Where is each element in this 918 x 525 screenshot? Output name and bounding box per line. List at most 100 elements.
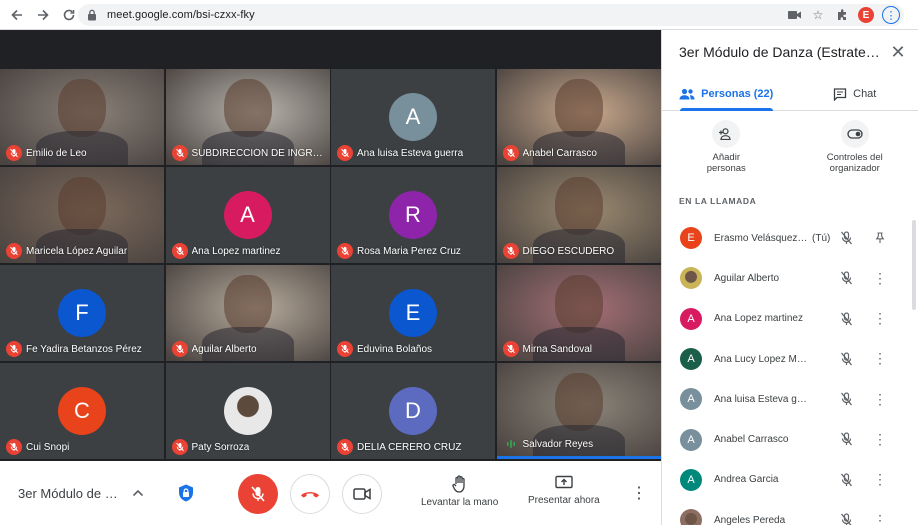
participant-avatar xyxy=(680,267,702,290)
participant-row[interactable]: A Andrea Garcia ⋮ xyxy=(662,460,918,500)
mic-off-icon xyxy=(6,145,22,161)
meeting-title[interactable]: 3er Módulo de Danza (Estrategias... xyxy=(18,486,124,501)
participant-row[interactable]: A Ana Lucy Lopez Molina ⋮ xyxy=(662,339,918,379)
participant-tile[interactable]: D DELIA CERERO CRUZ xyxy=(331,363,495,459)
participant-tile[interactable]: Maricela López Aguilar xyxy=(0,167,164,263)
tab-people[interactable]: Personas (22) xyxy=(662,78,791,111)
mic-off-icon[interactable] xyxy=(838,270,854,286)
present-screen-icon xyxy=(555,475,573,489)
participant-tile[interactable]: C Cui Snopi xyxy=(0,363,164,459)
participant-row[interactable]: A Ana Lopez martinez ⋮ xyxy=(662,299,918,339)
add-people-button[interactable]: Añadir personas xyxy=(662,120,791,174)
pin-icon[interactable] xyxy=(875,230,885,246)
tab-chat[interactable]: Chat xyxy=(791,78,918,110)
host-controls-label: Controles del organizador xyxy=(826,152,883,174)
participant-name: Andrea Garcia xyxy=(714,474,779,486)
raise-hand-button[interactable]: Levantar la mano xyxy=(421,475,498,508)
more-options-icon[interactable]: ⋮ xyxy=(873,512,887,525)
forward-icon[interactable] xyxy=(32,4,54,26)
mic-off-icon[interactable] xyxy=(838,311,854,327)
more-options-icon[interactable]: ⋮ xyxy=(873,310,887,327)
participant-name: DELIA CERERO CRUZ xyxy=(357,441,462,453)
host-controls-button[interactable]: Controles del organizador xyxy=(791,120,918,174)
participant-tile[interactable]: Emilio de Leo xyxy=(0,69,164,165)
chevron-up-icon[interactable] xyxy=(132,486,146,500)
meeting-controls-bar: 3er Módulo de Danza (Estrategias... Leva… xyxy=(0,461,661,525)
tile-name-bar: Fe Yadira Betanzos Pérez xyxy=(6,341,142,357)
tile-name-bar: Rosa Maria Perez Cruz xyxy=(337,243,461,259)
mic-off-icon xyxy=(6,439,22,455)
mic-off-icon xyxy=(171,243,188,259)
participant-name: Aguilar Alberto xyxy=(714,272,780,284)
more-options-icon[interactable]: ⋮ xyxy=(873,391,887,407)
participant-tile[interactable]: E Eduvina Bolaños xyxy=(331,265,495,361)
profile-avatar[interactable]: E xyxy=(858,7,874,23)
participant-row[interactable]: A Anabel Carrasco ⋮ xyxy=(662,419,918,459)
participant-name: Eduvina Bolaños xyxy=(357,343,433,355)
more-options-icon[interactable]: ⋮ xyxy=(873,471,887,488)
microphone-toggle-button[interactable] xyxy=(238,474,278,514)
scrollbar[interactable] xyxy=(912,220,916,310)
tile-name-bar: DELIA CERERO CRUZ xyxy=(337,439,461,455)
participant-avatar: A xyxy=(680,307,702,330)
participant-tile[interactable]: R Rosa Maria Perez Cruz xyxy=(331,167,495,263)
participant-name: Maricela López Aguilar xyxy=(26,245,128,257)
participant-name: Salvador Reyes xyxy=(522,438,594,450)
mic-off-icon[interactable] xyxy=(838,431,854,447)
participant-row[interactable]: A Ana luisa Esteva guerra ⋮ xyxy=(662,379,918,419)
browser-menu-icon[interactable]: ⋮ xyxy=(882,6,900,24)
participant-tile[interactable]: Salvador Reyes xyxy=(496,363,661,459)
extensions-icon[interactable] xyxy=(834,7,850,23)
participant-tile[interactable]: Mirna Sandoval xyxy=(496,265,661,361)
participant-tile[interactable]: A Ana luisa Esteva guerra xyxy=(331,69,495,165)
shield-icon[interactable] xyxy=(176,483,196,503)
more-options-icon[interactable]: ⋮ xyxy=(873,431,887,447)
mic-off-icon xyxy=(502,243,519,259)
participant-avatar: R xyxy=(389,191,437,239)
reload-icon[interactable] xyxy=(58,4,80,26)
mic-off-icon xyxy=(337,341,353,357)
participant-name: Emilio de Leo xyxy=(26,147,87,159)
mic-off-icon xyxy=(502,341,519,357)
more-options-icon[interactable]: ⋮ xyxy=(631,483,647,503)
present-now-button[interactable]: Presentar ahora xyxy=(528,475,600,506)
panel-tabs: Personas (22) Chat xyxy=(662,78,918,111)
audio-level-icon xyxy=(503,436,519,452)
mic-off-icon[interactable] xyxy=(838,472,854,488)
mic-off-icon xyxy=(171,145,188,161)
mic-off-icon xyxy=(6,341,22,357)
bookmark-star-icon[interactable]: ☆ xyxy=(810,7,826,23)
participant-tile[interactable]: Paty Sorroza xyxy=(165,363,330,459)
video-feed xyxy=(223,275,272,333)
participant-row[interactable]: E Erasmo Velásquez Pérez(Tú) xyxy=(662,218,918,258)
panel-title: 3er Módulo de Danza (Estrategias de... xyxy=(679,44,887,60)
participant-tile[interactable]: Aguilar Alberto xyxy=(165,265,330,361)
tile-name-bar: Eduvina Bolaños xyxy=(337,341,432,357)
video-feed xyxy=(58,79,106,137)
participant-row[interactable]: Aguilar Alberto ⋮ xyxy=(662,258,918,298)
camera-indicator-icon[interactable] xyxy=(786,7,802,23)
mic-off-icon[interactable] xyxy=(838,391,854,407)
more-options-icon[interactable]: ⋮ xyxy=(873,270,887,286)
toggle-icon xyxy=(840,120,869,148)
participant-tile[interactable]: DIEGO ESCUDERO xyxy=(496,167,661,263)
mic-off-icon[interactable] xyxy=(838,512,854,525)
participant-name: Ángeles Pereda xyxy=(714,514,786,525)
participant-tile[interactable]: A Ana Lopez martinez xyxy=(165,167,330,263)
mic-off-icon[interactable] xyxy=(838,351,854,367)
back-icon[interactable] xyxy=(6,4,28,26)
address-bar[interactable]: meet.google.com/bsi-czxx-fky ☆ E ⋮ xyxy=(78,4,904,26)
participant-name: Erasmo Velásquez Pérez xyxy=(714,232,810,244)
participant-tile[interactable]: SUBDIRECCIÓN DE INGRES... xyxy=(165,69,330,165)
participant-row[interactable]: Ángeles Pereda ⋮ xyxy=(662,500,918,525)
mic-off-icon[interactable] xyxy=(838,230,854,246)
close-icon[interactable]: ✕ xyxy=(888,42,908,62)
more-options-icon[interactable]: ⋮ xyxy=(873,350,887,367)
people-panel: 3er Módulo de Danza (Estrategias de... ✕… xyxy=(661,30,918,525)
participant-tile[interactable]: F Fe Yadira Betanzos Pérez xyxy=(0,265,164,361)
camera-toggle-button[interactable] xyxy=(342,474,382,514)
lock-icon xyxy=(87,9,99,21)
participant-tile[interactable]: Anabel Carrasco xyxy=(496,69,661,165)
leave-call-button[interactable] xyxy=(290,474,330,514)
in-call-section-header: EN LA LLAMADA xyxy=(679,196,757,206)
